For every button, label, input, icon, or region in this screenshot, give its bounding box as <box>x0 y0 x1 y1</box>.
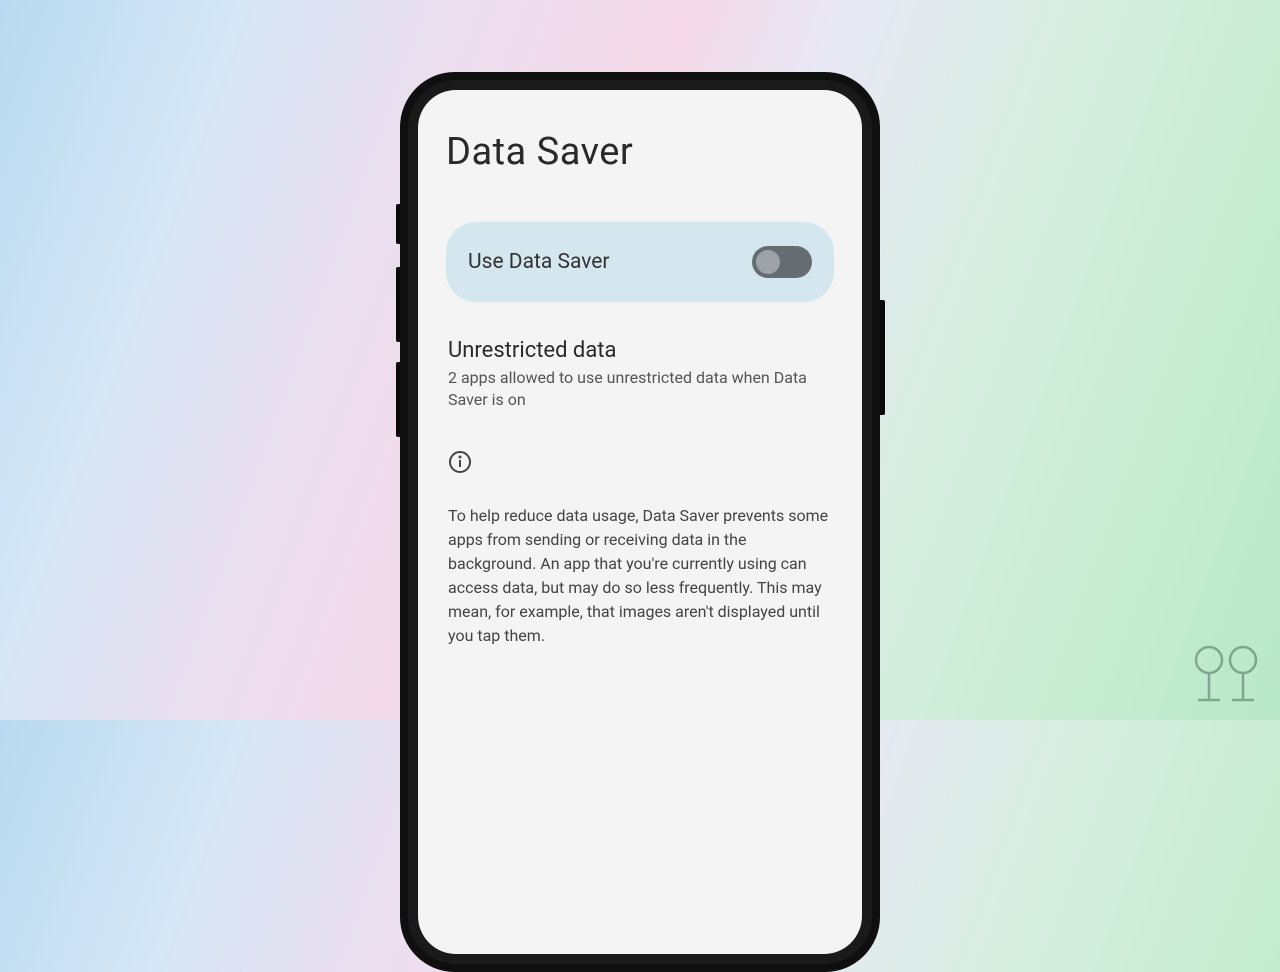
page-title: Data Saver <box>446 130 834 174</box>
unrestricted-title: Unrestricted data <box>446 338 834 363</box>
phone-bezel: Data Saver Use Data Saver Unrestricted d… <box>408 80 872 964</box>
data-saver-toggle-row[interactable]: Use Data Saver <box>446 222 834 302</box>
phone-button-left <box>396 204 400 244</box>
info-icon <box>448 450 472 474</box>
unrestricted-subtitle: 2 apps allowed to use unrestricted data … <box>446 367 834 410</box>
phone-frame: Data Saver Use Data Saver Unrestricted d… <box>400 72 880 972</box>
data-saver-toggle[interactable] <box>752 246 812 278</box>
phone-power-button <box>880 300 885 415</box>
toggle-label: Use Data Saver <box>468 250 610 274</box>
toggle-knob <box>756 250 780 274</box>
phone-volume-down <box>396 362 400 437</box>
info-description: To help reduce data usage, Data Saver pr… <box>446 504 834 648</box>
unrestricted-data-row[interactable]: Unrestricted data 2 apps allowed to use … <box>446 338 834 410</box>
watermark-logo <box>1188 644 1266 712</box>
phone-screen: Data Saver Use Data Saver Unrestricted d… <box>418 90 862 954</box>
phone-volume-up <box>396 267 400 342</box>
